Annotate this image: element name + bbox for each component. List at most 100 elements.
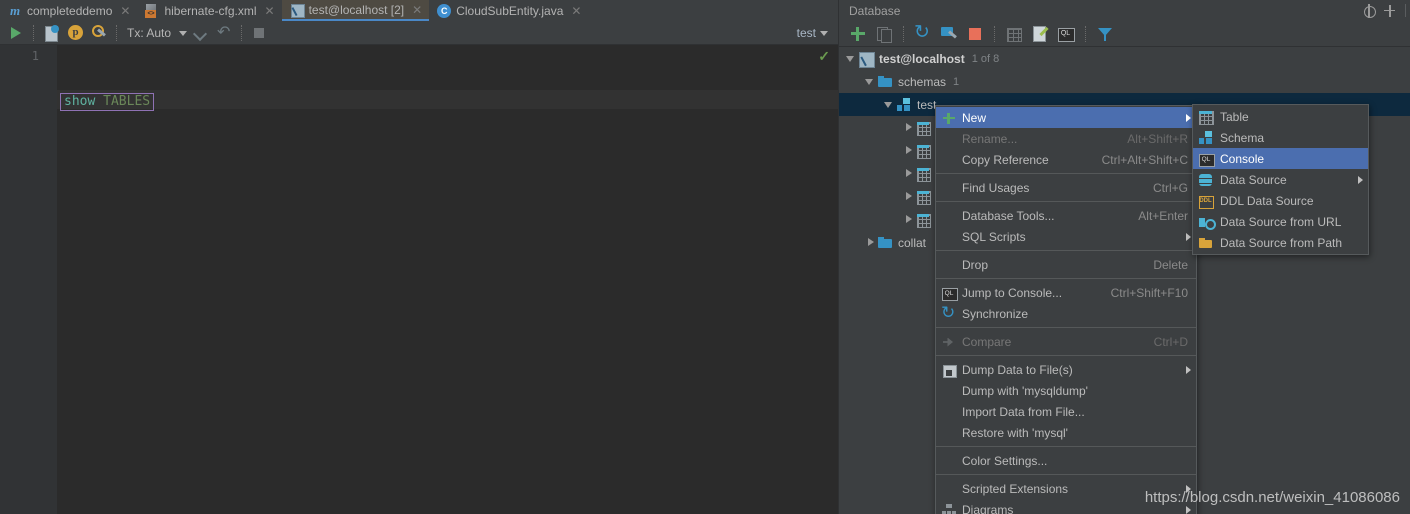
tab-label: completeddemo (27, 3, 113, 18)
menu-item-restore-with-mysql[interactable]: Restore with 'mysql' (936, 422, 1196, 443)
commit-button[interactable] (189, 22, 211, 44)
menu-item-dump-data-to-file-s[interactable]: Dump Data to File(s) (936, 359, 1196, 380)
rollback-button[interactable] (213, 22, 235, 44)
menu-item-synchronize[interactable]: Synchronize (936, 303, 1196, 324)
tab-cloudsubentity-java[interactable]: C CloudSubEntity.java ✕ (429, 0, 588, 21)
inspection-status-icon[interactable]: ✓ (818, 48, 830, 65)
menu-item-shortcut: Alt+Enter (1138, 208, 1188, 223)
execute-script-button[interactable] (40, 22, 62, 44)
add-icon[interactable] (846, 22, 870, 46)
menu-item-dump-with-mysqldump[interactable]: Dump with 'mysqldump' (936, 380, 1196, 401)
folder-open-icon (1197, 234, 1215, 252)
chevron-right-icon[interactable] (902, 167, 915, 180)
submenu-item-label: Data Source (1220, 172, 1287, 187)
chevron-down-icon (816, 26, 828, 40)
context-menu[interactable]: New Rename... Alt+Shift+R Copy Reference Ctr… (935, 105, 1197, 514)
submenu-item-ddl-data-source[interactable]: DDL Data Source (1193, 190, 1368, 211)
filter-icon[interactable] (1093, 22, 1117, 46)
schema-icon (896, 97, 912, 113)
menu-item-color-settings[interactable]: Color Settings... (936, 450, 1196, 471)
menu-separator (936, 474, 1196, 475)
chevron-down-icon[interactable] (845, 52, 858, 65)
chevron-right-icon[interactable] (902, 213, 915, 226)
chevron-right-icon[interactable] (902, 144, 915, 157)
submenu-item-data-source-from-path[interactable]: Data Source from Path (1193, 232, 1368, 253)
submenu-item-table[interactable]: Table (1193, 106, 1368, 127)
menu-item-database-tools[interactable]: Database Tools... Alt+Enter (936, 205, 1196, 226)
chevron-right-icon[interactable] (902, 121, 915, 134)
menu-item-drop[interactable]: Drop Delete (936, 254, 1196, 275)
tab-test-localhost[interactable]: test@localhost [2] ✕ (281, 0, 430, 21)
toolbar-separator (994, 25, 995, 42)
menu-item-label: Database Tools... (962, 208, 1055, 223)
close-icon[interactable]: ✕ (120, 5, 130, 17)
modify-table-icon[interactable] (1028, 22, 1052, 46)
tree-row[interactable]: schemas 1 (839, 70, 1410, 93)
tree-row[interactable]: test@localhost 1 of 8 (839, 47, 1410, 70)
schema-selector[interactable]: test (797, 26, 838, 40)
menu-item-no-icon (940, 424, 958, 442)
close-icon[interactable]: ✕ (412, 4, 422, 16)
parameters-button[interactable] (64, 22, 86, 44)
menu-item-label: New (962, 110, 987, 125)
chevron-right-icon[interactable] (864, 236, 877, 249)
folder-icon (877, 235, 893, 251)
stop-button[interactable] (248, 22, 270, 44)
run-button[interactable] (5, 22, 27, 44)
chevron-down-icon[interactable] (175, 26, 187, 40)
menu-separator (936, 278, 1196, 279)
menu-item-copy-reference[interactable]: Copy Reference Ctrl+Alt+Shift+C (936, 149, 1196, 170)
menu-item-rename[interactable]: Rename... Alt+Shift+R (936, 128, 1196, 149)
tx-mode-label[interactable]: Tx: Auto (123, 26, 173, 40)
data-source-properties-button[interactable] (88, 22, 110, 44)
stop-icon[interactable] (963, 22, 987, 46)
menu-item-jump-to-console[interactable]: Jump to Console... Ctrl+Shift+F10 (936, 282, 1196, 303)
submenu-item-data-source[interactable]: Data Source (1193, 169, 1368, 190)
tree-node-label: collat (898, 235, 927, 250)
submenu-item-data-source-from-url[interactable]: Data Source from URL (1193, 211, 1368, 232)
sql-rest: TABLES (95, 94, 151, 109)
diagram-icon (940, 501, 958, 514)
data-source-properties-icon[interactable] (937, 22, 961, 46)
menu-item-label: Color Settings... (962, 453, 1048, 468)
close-icon[interactable]: ✕ (265, 5, 275, 17)
chevron-down-icon[interactable] (883, 98, 896, 111)
tab-completeddemo[interactable]: m completeddemo ✕ (0, 0, 137, 21)
menu-item-find-usages[interactable]: Find Usages Ctrl+G (936, 177, 1196, 198)
menu-separator (936, 250, 1196, 251)
submenu-item-label: Schema (1220, 130, 1265, 145)
menu-item-new[interactable]: New (936, 107, 1196, 128)
table-editor-icon[interactable] (1002, 22, 1026, 46)
menu-item-sql-scripts[interactable]: SQL Scripts (936, 226, 1196, 247)
folder-icon (877, 74, 893, 90)
menu-item-shortcut: Ctrl+D (1153, 334, 1188, 349)
hide-icon[interactable] (1380, 2, 1398, 20)
sql-statement[interactable]: show TABLES (60, 93, 155, 111)
tab-hibernate-cfg-xml[interactable]: hibernate-cfg.xml ✕ (137, 0, 281, 21)
menu-item-compare[interactable]: Compare Ctrl+D (936, 331, 1196, 352)
code-editor[interactable]: 1 show TABLES ✓ (0, 45, 838, 514)
tab-label: test@localhost [2] (308, 2, 405, 17)
submenu-item-schema[interactable]: Schema (1193, 127, 1368, 148)
java-class-icon: C (437, 3, 452, 18)
jump-to-console-icon[interactable] (1054, 22, 1078, 46)
synchronize-icon[interactable] (911, 21, 935, 46)
close-icon[interactable]: ✕ (571, 5, 581, 17)
code-fold-strip[interactable] (45, 45, 57, 514)
menu-item-no-icon (940, 256, 958, 274)
menu-item-label: Compare (962, 334, 1012, 349)
menu-item-import-data-from-file[interactable]: Import Data from File... (936, 401, 1196, 422)
menu-item-no-icon (940, 403, 958, 421)
chevron-right-icon[interactable] (902, 190, 915, 203)
menu-separator (936, 327, 1196, 328)
new-submenu[interactable]: Table Schema Console Data Source DDL Data So… (1192, 104, 1369, 255)
line-number: 1 (31, 49, 39, 63)
chevron-down-icon[interactable] (864, 75, 877, 88)
duplicate-icon[interactable] (872, 22, 896, 46)
menu-item-no-icon (940, 480, 958, 498)
settings-icon[interactable] (1360, 2, 1378, 20)
submenu-item-console[interactable]: Console (1193, 148, 1368, 169)
menu-item-shortcut: Delete (1153, 257, 1188, 272)
menu-item-no-icon (940, 382, 958, 400)
menu-item-label: Restore with 'mysql' (962, 425, 1068, 440)
